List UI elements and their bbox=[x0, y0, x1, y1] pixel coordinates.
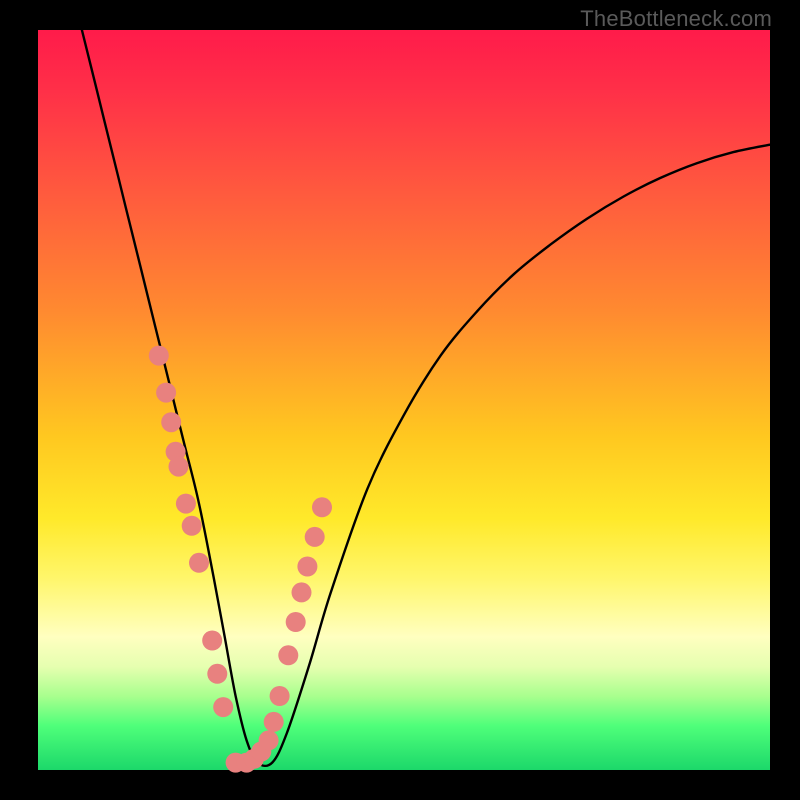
highlight-dot bbox=[176, 494, 196, 514]
highlight-dot bbox=[189, 553, 209, 573]
chart-frame: TheBottleneck.com bbox=[0, 0, 800, 800]
plot-area bbox=[38, 30, 770, 770]
highlight-dot bbox=[202, 631, 222, 651]
watermark-text: TheBottleneck.com bbox=[580, 6, 772, 32]
highlight-dot bbox=[278, 645, 298, 665]
highlight-dot bbox=[286, 612, 306, 632]
highlight-dot bbox=[270, 686, 290, 706]
highlight-dot bbox=[182, 516, 202, 536]
highlight-dot bbox=[207, 664, 227, 684]
highlight-dot bbox=[169, 457, 189, 477]
bottleneck-curve bbox=[82, 30, 770, 766]
highlight-dot bbox=[292, 582, 312, 602]
chart-svg bbox=[38, 30, 770, 770]
highlight-dot bbox=[161, 412, 181, 432]
highlight-dot bbox=[156, 383, 176, 403]
highlight-dot bbox=[305, 527, 325, 547]
highlight-dot bbox=[312, 497, 332, 517]
highlight-dot bbox=[149, 346, 169, 366]
highlight-dot bbox=[297, 557, 317, 577]
highlight-dot bbox=[213, 697, 233, 717]
highlight-dot bbox=[264, 712, 284, 732]
highlight-dot bbox=[259, 730, 279, 750]
